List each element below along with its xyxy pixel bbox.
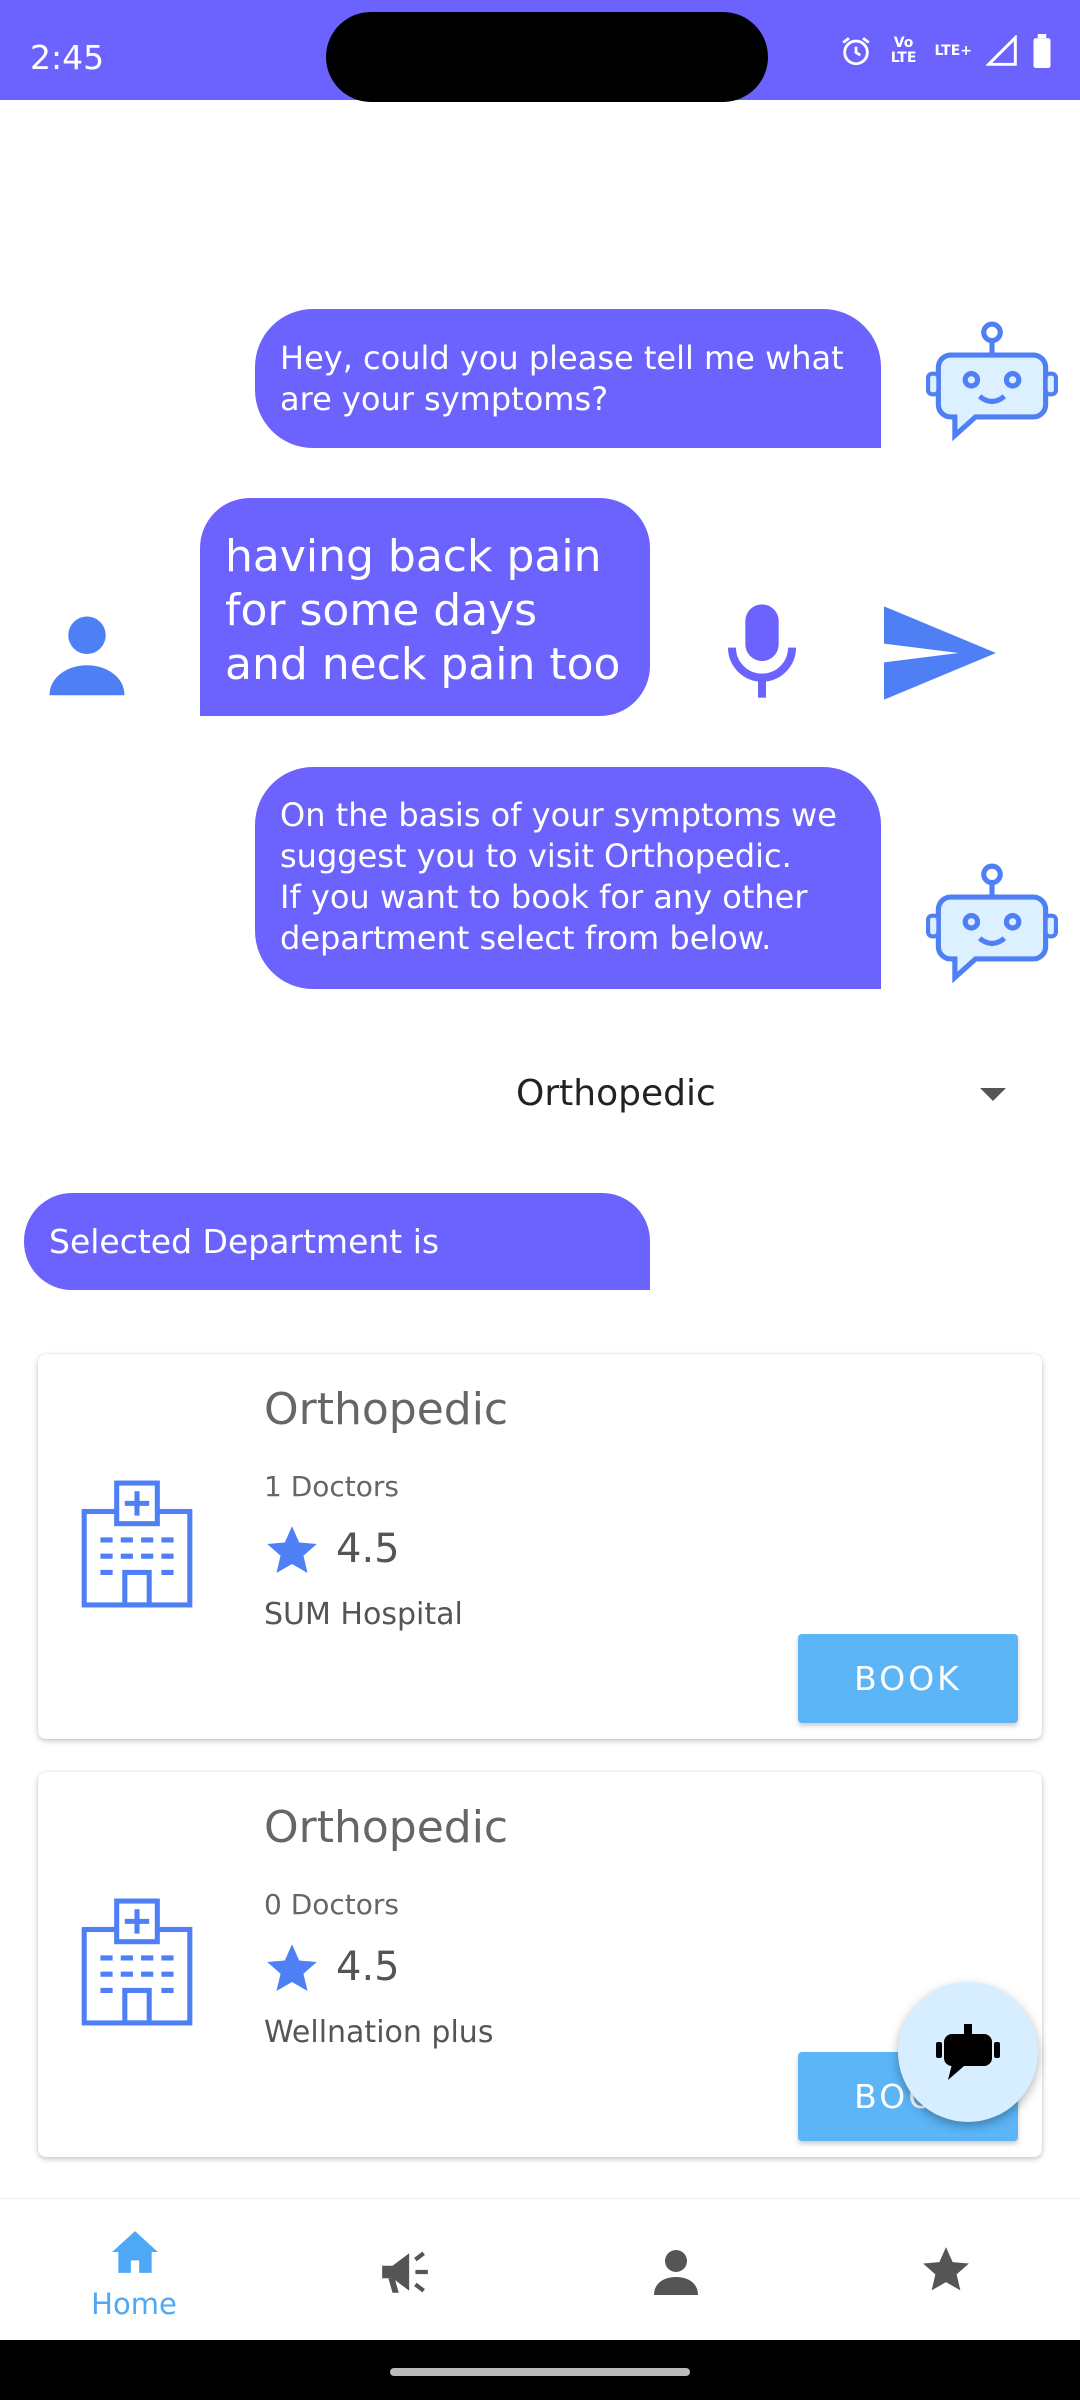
user-message-bubble: having back pain for some days and neck … (200, 498, 650, 716)
nav-home[interactable]: Home (34, 2199, 234, 2341)
hospital-name: SUM Hospital (264, 1597, 463, 1632)
hospital-icon (81, 1480, 193, 1608)
robot-icon (926, 321, 1058, 442)
card-title: Orthopedic (264, 1802, 509, 1853)
nav-home-label: Home (91, 2287, 177, 2321)
card-title: Orthopedic (264, 1384, 509, 1435)
profile-icon (654, 2250, 698, 2295)
mic-icon[interactable] (722, 601, 802, 701)
lte-label: LTE+ (934, 42, 972, 59)
send-icon[interactable] (884, 606, 996, 700)
status-time: 2:45 (30, 38, 105, 77)
hospital-icon (81, 1898, 193, 2026)
star-icon (923, 2247, 969, 2291)
dropdown-selected-value: Orthopedic (516, 1073, 716, 1114)
person-icon (49, 616, 125, 696)
megaphone-icon (382, 2251, 428, 2293)
rating-value: 4.5 (336, 1526, 400, 1572)
signal-icon (986, 35, 1017, 66)
star-icon (267, 1944, 317, 1992)
nav-profile[interactable] (576, 2199, 776, 2341)
chevron-down-icon (980, 1088, 1006, 1101)
star-icon (267, 1526, 317, 1574)
home-icon (112, 2231, 158, 2273)
robot-icon (926, 863, 1058, 984)
doctor-count: 1 Doctors (264, 1470, 400, 1503)
nav-announcements[interactable] (304, 2199, 504, 2341)
department-card[interactable]: Orthopedic 1 Doctors 4.5 SUM Hospital BO… (38, 1354, 1042, 1739)
system-gesture-bar (0, 2340, 1080, 2400)
doctor-count: 0 Doctors (264, 1888, 400, 1921)
camera-notch (326, 12, 768, 102)
volte-label: Vo LTE (890, 35, 917, 66)
rating-value: 4.5 (336, 1944, 400, 1990)
hospital-name: Wellnation plus (264, 2015, 494, 2050)
status-bar: 2:45 Vo LTE LTE+ (0, 0, 1080, 102)
bot-message-bubble: On the basis of your symptoms we suggest… (255, 767, 881, 989)
chatbot-fab[interactable] (898, 1982, 1038, 2122)
bot-message-bubble: Hey, could you please tell me what are y… (255, 309, 881, 448)
chatbot-icon (936, 2024, 1000, 2080)
gesture-handle[interactable] (390, 2368, 690, 2376)
bottom-navigation: Home (0, 2198, 1080, 2341)
status-icons: Vo LTE LTE+ (839, 34, 1052, 68)
alarm-icon (841, 37, 870, 66)
nav-favorites[interactable] (846, 2199, 1046, 2341)
department-dropdown[interactable]: Orthopedic (470, 1050, 1030, 1138)
selected-department-bubble: Selected Department is Orthopedic (24, 1193, 650, 1358)
battery-icon (1033, 34, 1051, 68)
book-button[interactable]: BOOK (798, 1634, 1018, 1723)
department-card[interactable]: Orthopedic 0 Doctors 4.5 Wellnation plus… (38, 1772, 1042, 2157)
